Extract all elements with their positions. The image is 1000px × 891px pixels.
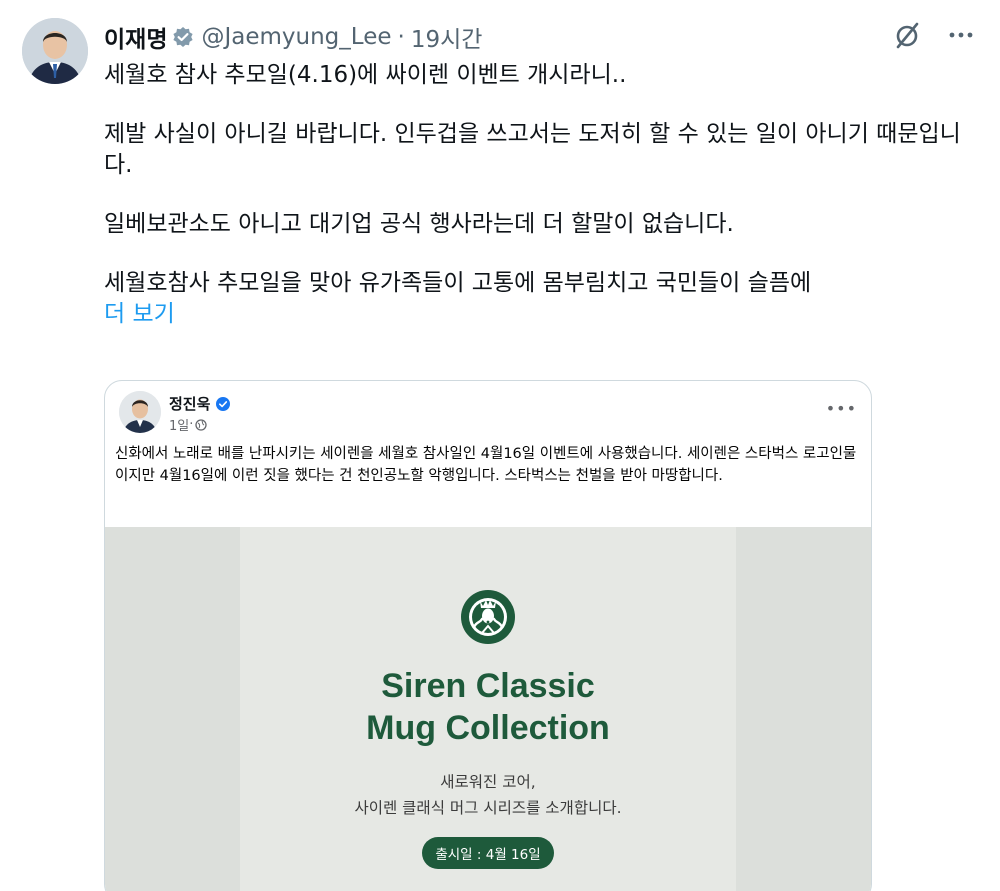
promo-subtitle-line: 새로워진 코어, [440,773,536,791]
show-more-link[interactable]: 더 보기 [104,299,984,330]
tweet-text-line: 세월호참사 추모일을 맞아 유가족들이 고통에 몸부림치고 국민들이 슬픔에 [104,270,812,296]
embedded-author-avatar [119,391,161,433]
embedded-verified-icon [216,396,231,411]
globe-icon [195,418,208,431]
embedded-post-meta: 1일 · [169,415,208,434]
promo-panel: Siren Classic Mug Collection 새로워진 코어, 사이… [240,527,736,891]
author-avatar[interactable] [22,18,88,84]
header-separator: · [397,24,405,50]
embedded-author-name-text: 정진욱 [169,395,211,413]
tweet-text: 세월호 참사 추모일(4.16)에 싸이렌 이벤트 개시라니.. 제발 사실이 … [104,60,984,330]
embedded-more-icon: ••• [825,399,857,418]
author-display-name[interactable]: 이재명 [104,20,167,54]
verified-badge-icon [172,26,194,48]
grok-slashed-circle-icon[interactable] [890,18,924,52]
promo-image: Siren Classic Mug Collection 새로워진 코어, 사이… [105,527,871,891]
promo-title-line: Siren Classic [381,667,595,705]
promo-subtitle: 새로워진 코어, 사이렌 클래식 머그 시리즈를 소개합니다. [240,769,736,821]
tweet-header: 이재명 @Jaemyung_Lee · 19시간 [104,20,482,54]
starbucks-siren-logo-icon [461,590,515,644]
tweet-top-actions [890,18,978,52]
release-date-badge: 출시일 : 4월 16일 [422,837,554,869]
embedded-meta-separator: · [189,417,194,432]
tweet-timestamp[interactable]: 19시간 [411,20,483,54]
embedded-post-text: 신화에서 노래로 배를 난파시키는 세이렌을 세월호 참사일인 4월16일 이벤… [115,446,857,484]
tweet: 이재명 @Jaemyung_Lee · 19시간 세월호 참사 추모일(4.16… [0,0,1000,891]
promo-subtitle-line: 사이렌 클래식 머그 시리즈를 소개합니다. [354,799,622,817]
embedded-post-time: 1일 [169,419,190,434]
embedded-author-name: 정진욱 [169,393,231,414]
promo-title-line: Mug Collection [366,709,610,747]
author-handle[interactable]: @Jaemyung_Lee [201,24,391,50]
tweet-text-line: 일베보관소도 아니고 대기업 공식 행사라는데 더 할말이 없습니다. [104,211,734,237]
tweet-text-line: 제발 사실이 아니길 바랍니다. 인두겁을 쓰고서는 도저히 할 수 있는 일이… [104,121,961,178]
promo-title: Siren Classic Mug Collection [240,665,736,749]
tweet-text-line: 세월호 참사 추모일(4.16)에 싸이렌 이벤트 개시라니.. [104,62,627,88]
more-options-icon[interactable] [944,18,978,52]
embedded-post-card[interactable]: 정진욱 1일 · ••• 신화에서 노래로 배를 난파시키는 세이렌을 세월호 … [104,380,872,891]
